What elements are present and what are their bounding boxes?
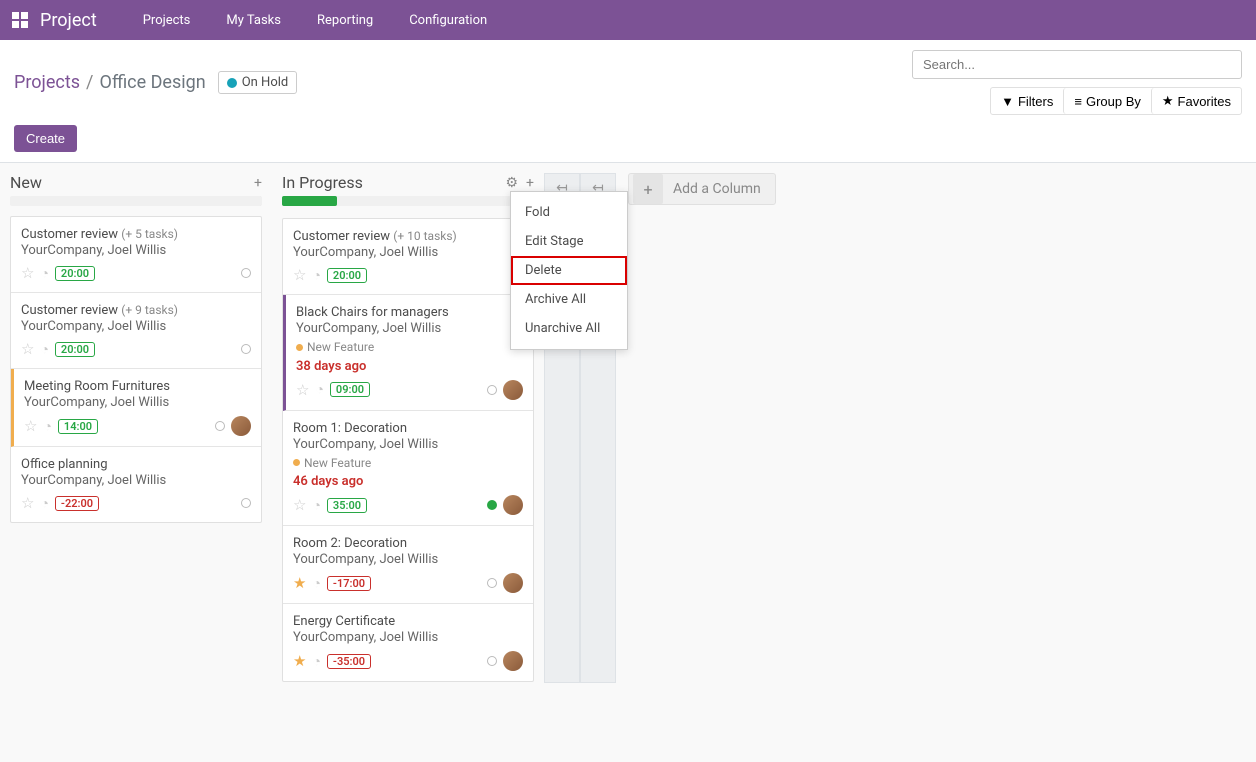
column-progress xyxy=(10,196,262,206)
plus-icon: + xyxy=(633,174,663,204)
time-pill: 14:00 xyxy=(58,419,98,434)
nav-projects[interactable]: Projects xyxy=(125,13,209,28)
time-pill: -22:00 xyxy=(55,496,99,511)
time-pill: 20:00 xyxy=(55,266,95,281)
column-title: In Progress xyxy=(282,173,505,192)
status-circle[interactable] xyxy=(487,656,497,666)
app-title: Project xyxy=(40,10,97,31)
avatar[interactable] xyxy=(503,573,523,593)
breadcrumb-sep: / xyxy=(86,72,93,93)
avatar[interactable] xyxy=(503,380,523,400)
add-column-label: Add a Column xyxy=(673,181,761,197)
apps-icon[interactable] xyxy=(12,12,28,28)
dropdown-delete[interactable]: Delete xyxy=(511,256,627,285)
add-card-icon[interactable]: + xyxy=(526,175,534,191)
top-navbar: Project Projects My Tasks Reporting Conf… xyxy=(0,0,1256,40)
clock-icon: ◔ xyxy=(40,341,48,358)
time-pill: -17:00 xyxy=(327,576,371,591)
dropdown-archive-all[interactable]: Archive All xyxy=(511,285,627,314)
nav-reporting[interactable]: Reporting xyxy=(299,13,391,28)
star-icon[interactable]: ☆ xyxy=(21,264,34,282)
search-input[interactable] xyxy=(912,50,1242,79)
clock-icon: ◔ xyxy=(312,267,320,284)
nav-configuration[interactable]: Configuration xyxy=(391,13,505,28)
status-circle[interactable] xyxy=(241,344,251,354)
star-icon[interactable]: ☆ xyxy=(21,494,34,512)
status-circle[interactable] xyxy=(487,385,497,395)
breadcrumb-current: Office Design xyxy=(99,72,205,93)
status-circle[interactable] xyxy=(241,498,251,508)
funnel-icon: ▼ xyxy=(1001,94,1014,109)
dropdown-fold[interactable]: Fold xyxy=(511,198,627,227)
clock-icon: ◔ xyxy=(312,653,320,670)
column-in-progress: In Progress ⚙ + Fold Edit Stage Delete A… xyxy=(272,167,544,688)
card-age: 46 days ago xyxy=(293,474,523,489)
column-progress xyxy=(282,196,534,206)
group-by-button[interactable]: ≡Group By xyxy=(1063,88,1151,114)
filters-button[interactable]: ▼Filters xyxy=(991,88,1063,114)
star-icon[interactable]: ☆ xyxy=(293,496,306,514)
star-icon[interactable]: ★ xyxy=(293,574,306,592)
dropdown-edit-stage[interactable]: Edit Stage xyxy=(511,227,627,256)
clock-icon: ◔ xyxy=(315,381,323,398)
kanban-card[interactable]: Meeting Room Furnitures YourCompany, Joe… xyxy=(11,369,261,447)
status-dot-icon xyxy=(227,78,237,88)
kanban-card[interactable]: Energy Certificate YourCompany, Joel Wil… xyxy=(283,604,533,681)
avatar[interactable] xyxy=(503,651,523,671)
avatar[interactable] xyxy=(503,495,523,515)
clock-icon: ◔ xyxy=(312,575,320,592)
kanban-card[interactable]: Office planning YourCompany, Joel Willis… xyxy=(11,447,261,522)
status-circle[interactable] xyxy=(215,421,225,431)
star-icon: ★ xyxy=(1162,93,1174,109)
create-button[interactable]: Create xyxy=(14,125,77,152)
dropdown-unarchive-all[interactable]: Unarchive All xyxy=(511,314,627,343)
star-icon[interactable]: ☆ xyxy=(21,340,34,358)
add-card-icon[interactable]: + xyxy=(254,175,262,191)
kanban-card[interactable]: Black Chairs for managers YourCompany, J… xyxy=(283,295,533,411)
clock-icon: ◔ xyxy=(312,497,320,514)
star-icon[interactable]: ☆ xyxy=(24,417,37,435)
favorites-button[interactable]: ★Favorites xyxy=(1151,88,1241,114)
star-icon[interactable]: ☆ xyxy=(296,381,309,399)
clock-icon: ◔ xyxy=(43,418,51,435)
kanban-board: New + 4 Customer review (+ 5 tasks) Your… xyxy=(0,162,1256,762)
breadcrumb-projects[interactable]: Projects xyxy=(14,72,80,93)
clock-icon: ◔ xyxy=(40,495,48,512)
star-icon[interactable]: ☆ xyxy=(293,266,306,284)
star-icon[interactable]: ★ xyxy=(293,652,306,670)
card-age: 38 days ago xyxy=(296,359,523,374)
filter-group: ▼Filters ≡Group By ★Favorites xyxy=(990,87,1242,115)
status-circle[interactable] xyxy=(487,500,497,510)
column-dropdown: Fold Edit Stage Delete Archive All Unarc… xyxy=(510,191,628,350)
time-pill: -35:00 xyxy=(327,654,371,669)
column-title: New xyxy=(10,173,254,192)
kanban-card[interactable]: Room 2: Decoration YourCompany, Joel Wil… xyxy=(283,526,533,604)
list-icon: ≡ xyxy=(1074,94,1082,109)
status-label: On Hold xyxy=(242,75,289,90)
gear-icon[interactable]: ⚙ xyxy=(505,175,518,191)
kanban-card[interactable]: Room 1: Decoration YourCompany, Joel Wil… xyxy=(283,411,533,527)
status-circle[interactable] xyxy=(487,578,497,588)
time-pill: 09:00 xyxy=(330,382,370,397)
breadcrumb: Projects / Office Design xyxy=(14,72,206,93)
time-pill: 20:00 xyxy=(55,342,95,357)
status-circle[interactable] xyxy=(241,268,251,278)
kanban-card[interactable]: Customer review (+ 10 tasks) YourCompany… xyxy=(283,219,533,295)
time-pill: 35:00 xyxy=(327,498,367,513)
time-pill: 20:00 xyxy=(327,268,367,283)
avatar[interactable] xyxy=(231,416,251,436)
kanban-card[interactable]: Customer review (+ 5 tasks) YourCompany,… xyxy=(11,217,261,293)
nav-my-tasks[interactable]: My Tasks xyxy=(208,13,299,28)
add-column-button[interactable]: + Add a Column xyxy=(628,173,776,205)
clock-icon: ◔ xyxy=(40,265,48,282)
kanban-card[interactable]: Customer review (+ 9 tasks) YourCompany,… xyxy=(11,293,261,369)
status-pill[interactable]: On Hold xyxy=(218,71,298,94)
column-new: New + 4 Customer review (+ 5 tasks) Your… xyxy=(0,167,272,529)
